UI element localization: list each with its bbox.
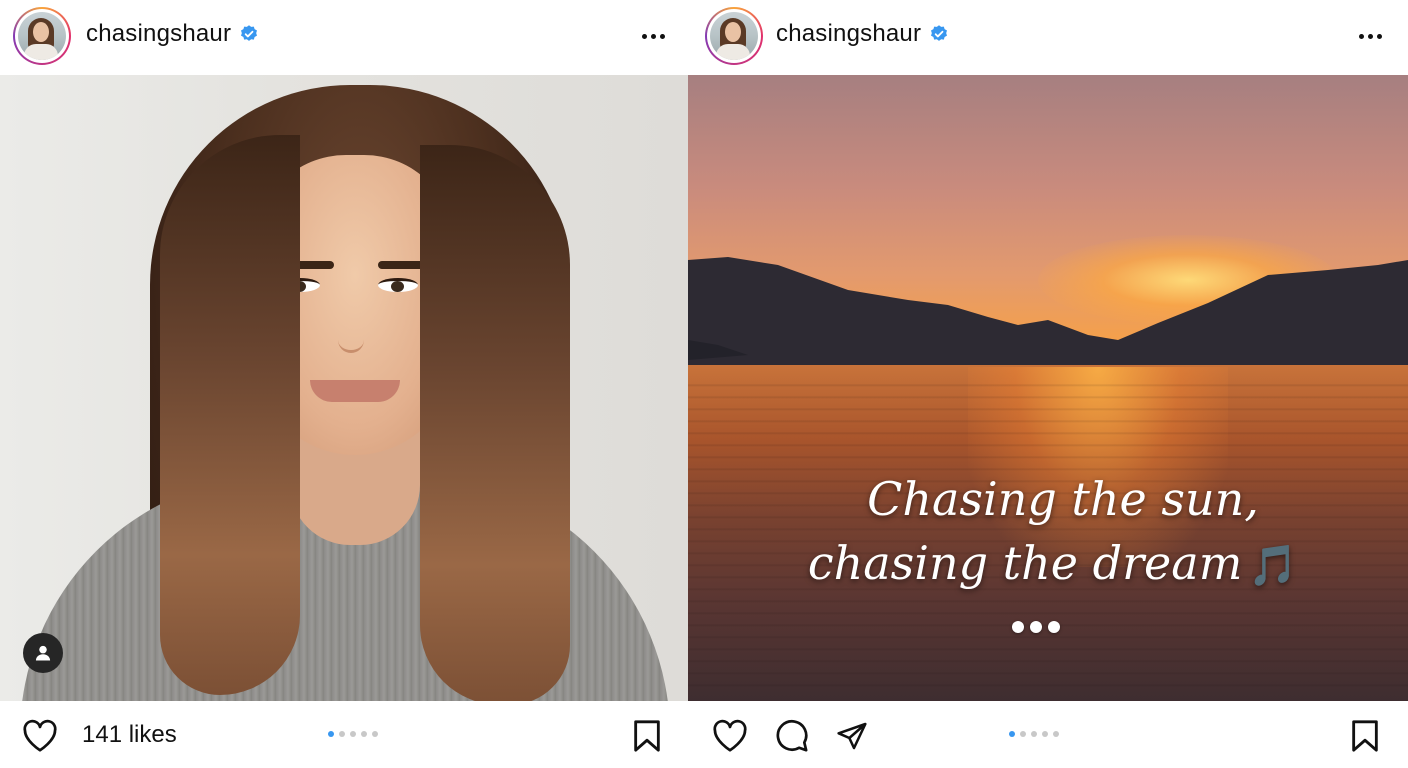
bookmark-icon — [1352, 720, 1378, 752]
more-options-button[interactable] — [1353, 22, 1387, 50]
username[interactable]: chasingshaur — [776, 20, 921, 48]
more-options-button[interactable] — [636, 22, 670, 50]
music-note-icon: 🎵 — [1248, 543, 1299, 589]
more-icon — [1358, 33, 1364, 39]
caption-line-1: Chasing the sun, — [867, 472, 1259, 526]
username-group: chasingshaur — [776, 20, 949, 48]
user-tag-icon — [35, 645, 51, 661]
verified-icon — [931, 25, 948, 41]
username-group: chasingshaur — [86, 20, 259, 48]
mountains-silhouette — [688, 257, 1408, 375]
carousel-indicator — [1009, 731, 1059, 737]
post-photo[interactable] — [0, 75, 688, 701]
post-left: chasingshaur 141 likes — [0, 0, 688, 768]
avatar[interactable] — [705, 7, 763, 65]
bookmark-icon — [634, 720, 660, 752]
heart-icon — [23, 719, 57, 752]
save-button[interactable] — [1345, 716, 1385, 756]
likes-count[interactable]: 141 likes — [82, 721, 177, 749]
avatar-image — [710, 12, 758, 60]
share-button[interactable] — [832, 716, 872, 756]
post-photo[interactable]: Chasing the sun, chasing the dream 🎵 — [688, 75, 1408, 701]
like-button[interactable] — [20, 716, 60, 756]
verified-icon — [241, 25, 258, 41]
username[interactable]: chasingshaur — [86, 20, 231, 48]
caption-line-2: chasing the dream 🎵 — [807, 536, 1299, 590]
post-header: chasingshaur — [688, 0, 1408, 74]
comment-icon — [776, 720, 808, 752]
post-right: chasingshaur Chasing the sun, chasing th… — [688, 0, 1408, 768]
save-button[interactable] — [627, 716, 667, 756]
more-icon — [641, 33, 647, 39]
avatar[interactable] — [13, 7, 71, 65]
share-icon — [837, 722, 867, 750]
comment-button[interactable] — [772, 716, 812, 756]
post-header: chasingshaur — [0, 0, 688, 74]
avatar-image — [18, 12, 66, 60]
caption-ellipsis — [1012, 621, 1060, 633]
carousel-indicator — [328, 731, 378, 737]
like-button[interactable] — [710, 716, 750, 756]
tagged-users-button[interactable] — [23, 633, 63, 673]
heart-icon — [713, 719, 747, 752]
